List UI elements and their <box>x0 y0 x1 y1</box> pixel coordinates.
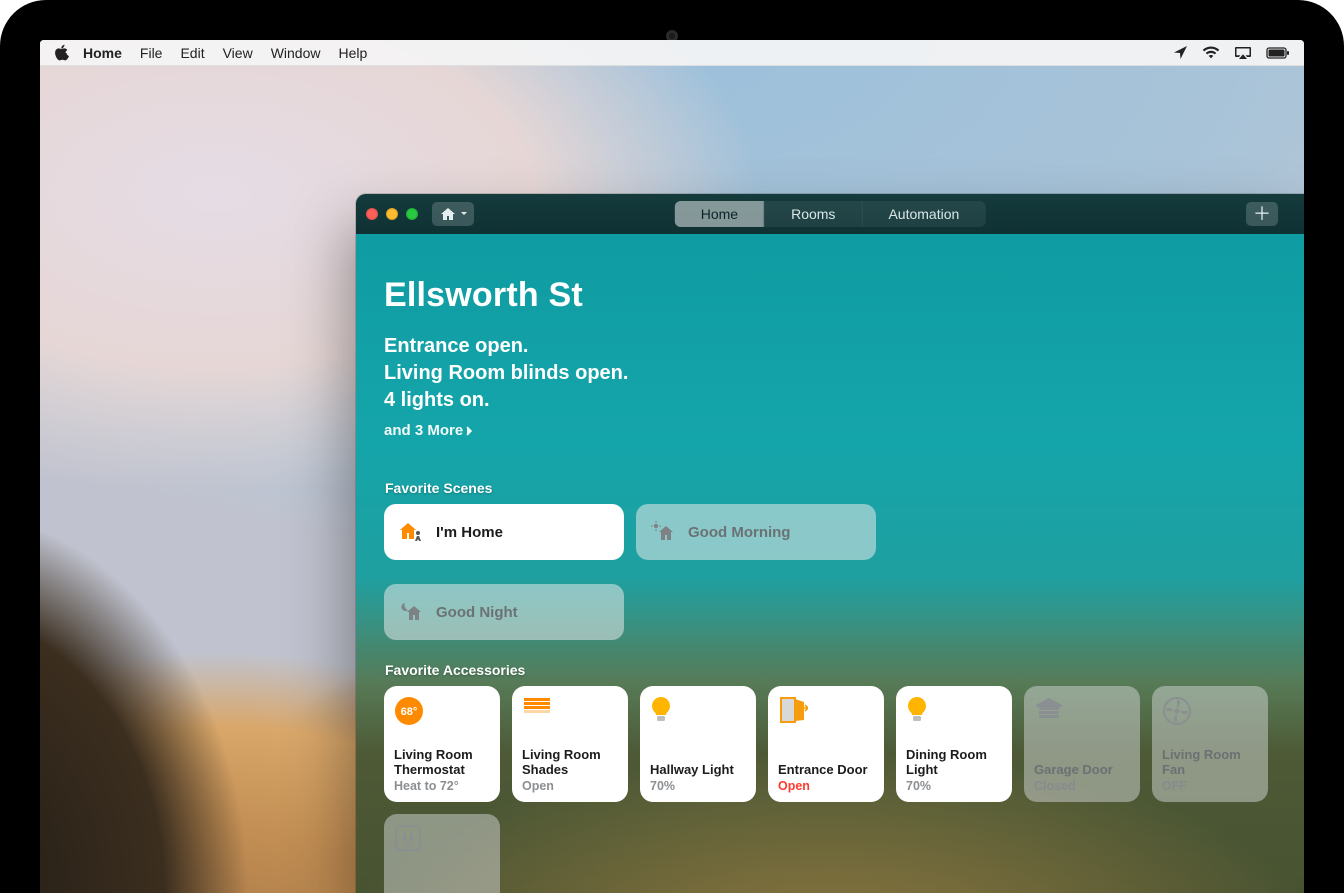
scene-i-m-home[interactable]: I'm Home <box>384 504 624 560</box>
tab-automation[interactable]: Automation <box>861 201 985 227</box>
scene-label: I'm Home <box>436 524 503 541</box>
accessory-kitchen-outlet[interactable]: Kitchen Outlet <box>384 814 500 893</box>
chevron-down-icon <box>460 211 468 217</box>
menubar-app-name[interactable]: Home <box>83 45 122 61</box>
thermostat-icon: 68° <box>394 696 490 730</box>
accessory-dining-room-light[interactable]: Dining Room Light 70% <box>896 686 1012 802</box>
tab-home[interactable]: Home <box>675 201 764 227</box>
add-button[interactable]: ＋ <box>1246 202 1278 226</box>
accessory-status: Open <box>778 779 874 793</box>
status-line-1: Entrance open. <box>384 333 1276 360</box>
chevron-right-icon <box>465 426 473 436</box>
laptop-bezel: Home File Edit View Window Help <box>0 0 1344 893</box>
bulb-icon <box>906 696 1002 730</box>
scene-good-morning[interactable]: Good Morning <box>636 504 876 560</box>
location-icon[interactable] <box>1173 45 1188 60</box>
close-button[interactable] <box>366 208 378 220</box>
accessory-name: Garage Door <box>1034 763 1130 778</box>
accessory-living-room-thermostat[interactable]: 68° Living Room Thermostat Heat to 72° <box>384 686 500 802</box>
accessory-garage-door[interactable]: Garage Door Closed <box>1024 686 1140 802</box>
zoom-button[interactable] <box>406 208 418 220</box>
status-more-link[interactable]: and 3 More <box>384 422 473 439</box>
tab-rooms[interactable]: Rooms <box>764 201 861 227</box>
section-favorite-accessories: Favorite Accessories <box>385 662 1276 678</box>
menubar-item-file[interactable]: File <box>140 45 163 61</box>
section-favorite-scenes: Favorite Scenes <box>385 480 1276 496</box>
fan-icon <box>1162 696 1258 730</box>
screen: Home File Edit View Window Help <box>40 40 1304 893</box>
accessory-row-1: 68° Living Room Thermostat Heat to 72° L… <box>384 686 1276 893</box>
accessory-name: Hallway Light <box>650 763 746 778</box>
home-picker-button[interactable] <box>432 202 474 226</box>
home-app-window: Home Rooms Automation ＋ Ellsworth St Ent… <box>356 194 1304 893</box>
bulb-icon <box>650 696 746 730</box>
accessory-status: Heat to 72° <box>394 779 490 793</box>
window-controls <box>366 208 418 220</box>
shades-icon <box>522 696 618 730</box>
accessory-status: Open <box>522 779 618 793</box>
battery-icon[interactable] <box>1266 47 1290 59</box>
accessory-name: Living Room Shades <box>522 748 618 778</box>
svg-text:68°: 68° <box>401 706 418 718</box>
status-more-label: and 3 More <box>384 422 463 439</box>
house-icon <box>440 207 456 221</box>
home-title: Ellsworth St <box>384 276 1276 315</box>
house-person-icon <box>398 519 424 545</box>
accessory-name: Living Room Thermostat <box>394 748 490 778</box>
scene-label: Good Night <box>436 604 518 621</box>
accessory-living-room-fan[interactable]: Living Room Fan OFF <box>1152 686 1268 802</box>
door-icon <box>778 696 874 730</box>
accessory-status: 70% <box>650 779 746 793</box>
minimize-button[interactable] <box>386 208 398 220</box>
menubar-item-view[interactable]: View <box>223 45 253 61</box>
garage-icon <box>1034 696 1130 730</box>
window-titlebar: Home Rooms Automation ＋ <box>356 194 1304 234</box>
accessory-living-room-shades[interactable]: Living Room Shades Open <box>512 686 628 802</box>
outlet-icon <box>394 824 490 858</box>
accessory-hallway-light[interactable]: Hallway Light 70% <box>640 686 756 802</box>
accessory-name: Living Room Fan <box>1162 748 1258 778</box>
view-tabs: Home Rooms Automation <box>675 201 986 227</box>
accessory-status: Closed <box>1034 779 1130 793</box>
accessory-status: OFF <box>1162 779 1258 793</box>
wifi-icon[interactable] <box>1202 46 1220 59</box>
house-moon-icon <box>398 599 424 625</box>
home-content: Ellsworth St Entrance open. Living Room … <box>356 234 1304 893</box>
accessory-name: Entrance Door <box>778 763 874 778</box>
house-sun-icon <box>650 519 676 545</box>
scene-good-night[interactable]: Good Night <box>384 584 624 640</box>
status-line-3: 4 lights on. <box>384 387 1276 414</box>
menubar-item-help[interactable]: Help <box>338 45 367 61</box>
menubar-item-edit[interactable]: Edit <box>180 45 204 61</box>
scene-label: Good Morning <box>688 524 790 541</box>
accessory-name: Dining Room Light <box>906 748 1002 778</box>
scenes-grid: I'm Home Good Morning Good Night <box>384 504 1276 640</box>
macos-menubar: Home File Edit View Window Help <box>40 40 1304 66</box>
airplay-icon[interactable] <box>1234 46 1252 60</box>
menubar-item-window[interactable]: Window <box>271 45 321 61</box>
status-line-2: Living Room blinds open. <box>384 360 1276 387</box>
accessory-status: 70% <box>906 779 1002 793</box>
apple-menu-icon[interactable] <box>54 44 69 61</box>
accessory-entrance-door[interactable]: Entrance Door Open <box>768 686 884 802</box>
